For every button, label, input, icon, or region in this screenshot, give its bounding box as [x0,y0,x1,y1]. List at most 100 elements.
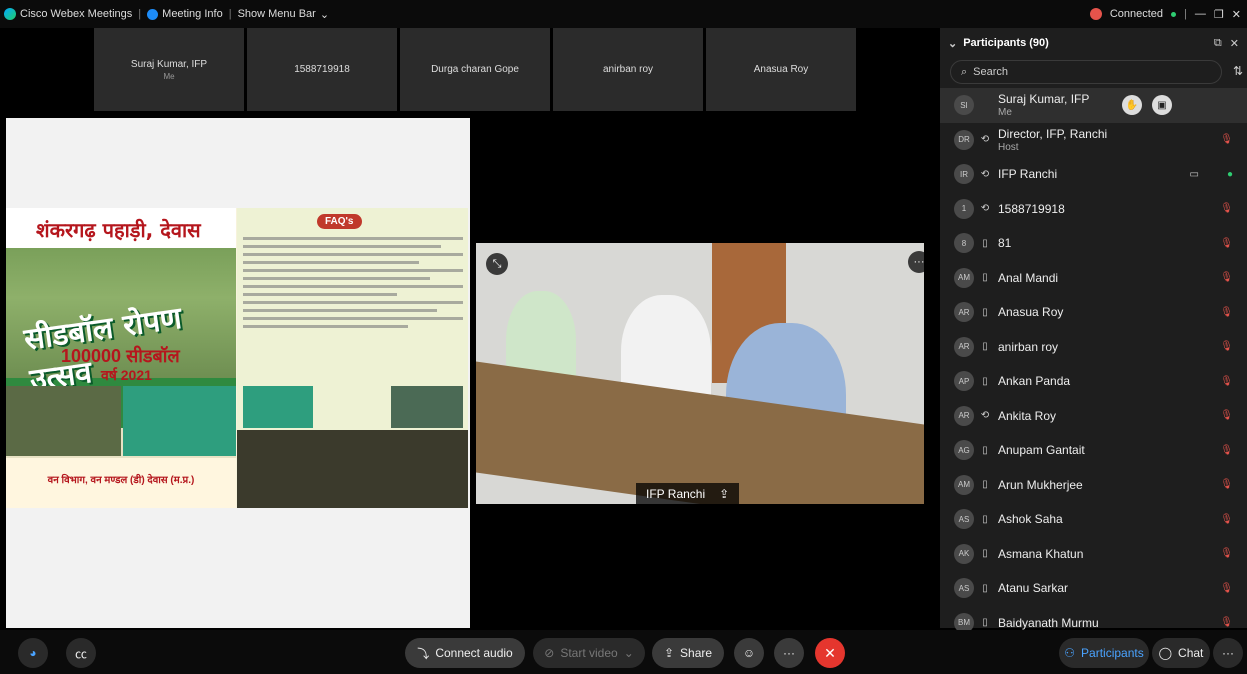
video-tile[interactable]: Durga charan Gope [400,28,550,111]
participant-row[interactable]: DR ⟲ Director, IFP, Ranchi Host 🎙︎ [940,123,1247,158]
more-options-button[interactable]: ··· [774,638,804,668]
mic-muted-icon[interactable]: 🎙︎ [1220,238,1233,249]
share-button[interactable]: ⇪ Share [652,638,724,668]
more-panels-button[interactable]: ··· [1213,638,1243,668]
mic-muted-icon[interactable]: 🎙︎ [1220,445,1233,456]
avatar: 1 [954,198,974,219]
start-video-button[interactable]: ⊘ Start video ⌄ [533,638,645,668]
avatar: AM [954,267,974,288]
phone-icon: ⟲ [980,410,990,422]
mic-muted-icon[interactable]: 🎙︎ [1220,479,1233,490]
active-speaker-video[interactable]: ⤡ ··· IFP Ranchi ⇪ [476,243,924,504]
mic-muted-icon[interactable]: 🎙︎ [1220,376,1233,387]
video-tile[interactable]: anirban roy [553,28,703,111]
captions-button[interactable]: ㏄ [66,638,96,668]
participant-row[interactable]: AR ▯ anirban roy 🎙︎ [940,330,1247,365]
sort-icon[interactable]: ⇅ [1233,64,1243,78]
collapse-chevron-icon[interactable]: ⌄ [948,37,957,50]
video-tile[interactable]: Suraj Kumar, IFP Me [94,28,244,111]
mobile-icon: ▯ [982,548,988,560]
video-tile[interactable]: Anasua Roy [706,28,856,111]
search-icon: ⌕ [961,65,968,78]
webex-assistant-button[interactable]: ◕ [18,638,48,668]
reactions-button[interactable]: ☺ [734,638,764,668]
participant-row[interactable]: AM ▯ Arun Mukherjee 🎙︎ [940,468,1247,503]
participant-name: Anasua Roy [998,305,1064,320]
participant-row[interactable]: AR ⟲ Ankita Roy 🎙︎ [940,399,1247,434]
title-bar: Cisco Webex Meetings | Meeting Info | Sh… [0,0,1247,28]
participant-row[interactable]: 1 ⟲ 1588719918 🎙︎ [940,192,1247,227]
mic-muted-icon[interactable]: 🎙︎ [1220,617,1233,628]
participant-name: Arun Mukherjee [998,477,1083,492]
video-off-icon: ⊘ [544,646,555,660]
participant-row[interactable]: IR ⟲ IFP Ranchi ▭ ● [940,157,1247,192]
raise-hand-icon[interactable]: ✋ [1122,95,1142,116]
mic-muted-icon[interactable]: 🎙︎ [1220,583,1233,594]
participant-search-input[interactable]: ⌕ Search [950,60,1222,84]
mic-muted-icon[interactable]: 🎙︎ [1220,548,1233,559]
participant-row[interactable]: AK ▯ Asmana Khatun 🎙︎ [940,537,1247,572]
chat-button[interactable]: ◯ Chat [1152,638,1210,668]
show-menu-bar-button[interactable]: Show Menu Bar ⌄ [234,8,333,21]
mic-muted-icon[interactable]: 🎙︎ [1220,410,1233,421]
participant-row[interactable]: AS ▯ Atanu Sarkar 🎙︎ [940,571,1247,606]
participant-row[interactable]: AP ▯ Ankan Panda 🎙︎ [940,364,1247,399]
minimize-video-icon[interactable]: ⤡ [486,253,508,275]
avatar: AS [954,578,974,599]
meeting-info-button[interactable]: Meeting Info [143,8,227,20]
mic-muted-icon[interactable]: 🎙︎ [1220,203,1233,214]
close-panel-icon[interactable]: ✕ [1230,37,1239,50]
participant-name: Anupam Gantait [998,443,1085,458]
avatar: AG [954,440,974,461]
mic-muted-icon[interactable]: 🎙︎ [1220,307,1233,318]
more-options-icon[interactable]: ··· [908,251,924,273]
mobile-icon: ▯ [982,444,988,456]
screen-icon[interactable]: ▣ [1152,95,1172,116]
restore-button[interactable]: ❐ [1214,8,1224,21]
participant-list: SI Suraj Kumar, IFP Me ✋ ▣ DR ⟲ Director, IFP, … [940,88,1247,640]
participant-name: Atanu Sarkar [998,581,1069,596]
pop-out-icon[interactable]: ⧉ [1214,37,1222,50]
poster-photo [6,386,121,456]
shared-poster-image: शंकरगढ़ पहाड़ी, देवास सीडबॉल रोपण उत्सव … [6,208,468,508]
participant-name: Ankan Panda [998,374,1071,389]
search-placeholder: Search [973,66,1009,78]
participant-row[interactable]: AM ▯ Anal Mandi 🎙︎ [940,261,1247,296]
poster-photo [237,430,468,508]
mic-on-icon[interactable]: ● [1227,169,1233,180]
minimize-button[interactable]: — [1195,8,1206,20]
close-button[interactable]: ✕ [1232,8,1241,21]
mobile-icon: ▯ [982,306,988,318]
participant-row[interactable]: AS ▯ Ashok Saha 🎙︎ [940,502,1247,537]
participant-row[interactable]: AG ▯ Anupam Gantait 🎙︎ [940,433,1247,468]
participant-row[interactable]: SI Suraj Kumar, IFP Me ✋ ▣ [940,88,1247,123]
avatar: SI [954,95,974,116]
mic-muted-icon[interactable]: 🎙︎ [1220,134,1233,145]
end-meeting-button[interactable]: ✕ [815,638,845,668]
audio-icon: ⤵ [417,646,430,661]
avatar: AR [954,302,974,323]
participants-panel: ⌄ Participants (90) ⧉ ✕ ⌕ Search ⇅ SI Sur… [940,28,1247,633]
mic-muted-icon[interactable]: 🎙︎ [1220,514,1233,525]
mic-muted-icon[interactable]: 🎙︎ [1220,272,1233,283]
avatar: IR [954,164,974,185]
participant-name: 81 [998,236,1012,251]
mobile-icon: ▯ [982,582,988,594]
chat-icon: ◯ [1158,646,1173,660]
emoji-icon: ☺ [742,646,756,660]
video-name-label: IFP Ranchi ⇪ [636,483,740,504]
show-menu-label: Show Menu Bar [237,8,316,20]
participant-name: 1588719918 [998,201,1065,216]
avatar: AP [954,371,974,392]
faq-badge: FAQ's [317,214,362,229]
poster-left-panel: शंकरगढ़ पहाड़ी, देवास सीडबॉल रोपण उत्सव … [6,208,236,508]
connect-audio-button[interactable]: ⤵ Connect audio [405,638,525,668]
window-controls: Connected | — ❐ ✕ [1089,0,1241,28]
video-tile[interactable]: 1588719918 [247,28,397,111]
mic-muted-icon[interactable]: 🎙︎ [1220,341,1233,352]
participant-row[interactable]: AR ▯ Anasua Roy 🎙︎ [940,295,1247,330]
participant-row[interactable]: 8 ▯ 81 🎙︎ [940,226,1247,261]
avatar: AR [954,336,974,357]
participants-toggle-button[interactable]: ⚇ Participants [1059,638,1149,668]
participant-role: Me [998,107,1012,119]
